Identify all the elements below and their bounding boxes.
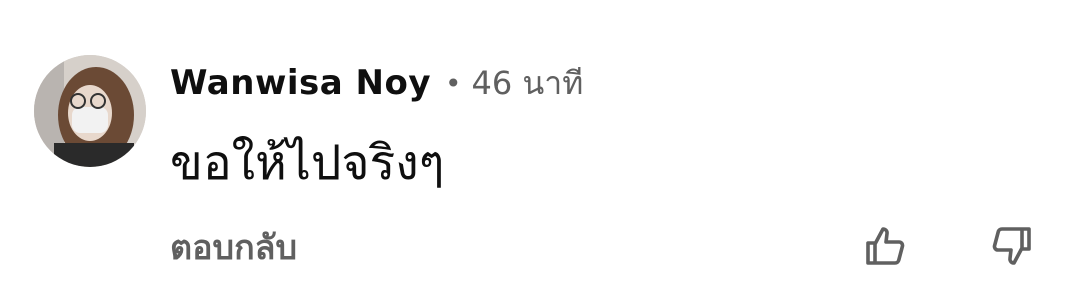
comment-header: Wanwisa Noy • 46 นาที (170, 58, 583, 108)
comment-item: Wanwisa Noy • 46 นาที ขอให้ไปจริงๆ ตอบกล… (0, 0, 1080, 305)
author-name[interactable]: Wanwisa Noy (170, 63, 431, 103)
dislike-button[interactable] (981, 216, 1041, 276)
separator-dot: • (445, 66, 462, 100)
comment-timestamp[interactable]: 46 นาที (472, 58, 584, 109)
avatar[interactable] (34, 55, 146, 167)
comment-text: ขอให้ไปจริงๆ (170, 135, 445, 191)
avatar-image (34, 55, 146, 167)
thumbs-up-icon (866, 227, 905, 265)
reply-button[interactable]: ตอบกลับ (170, 220, 297, 276)
like-button[interactable] (856, 216, 916, 276)
thumbs-down-icon (992, 227, 1031, 265)
